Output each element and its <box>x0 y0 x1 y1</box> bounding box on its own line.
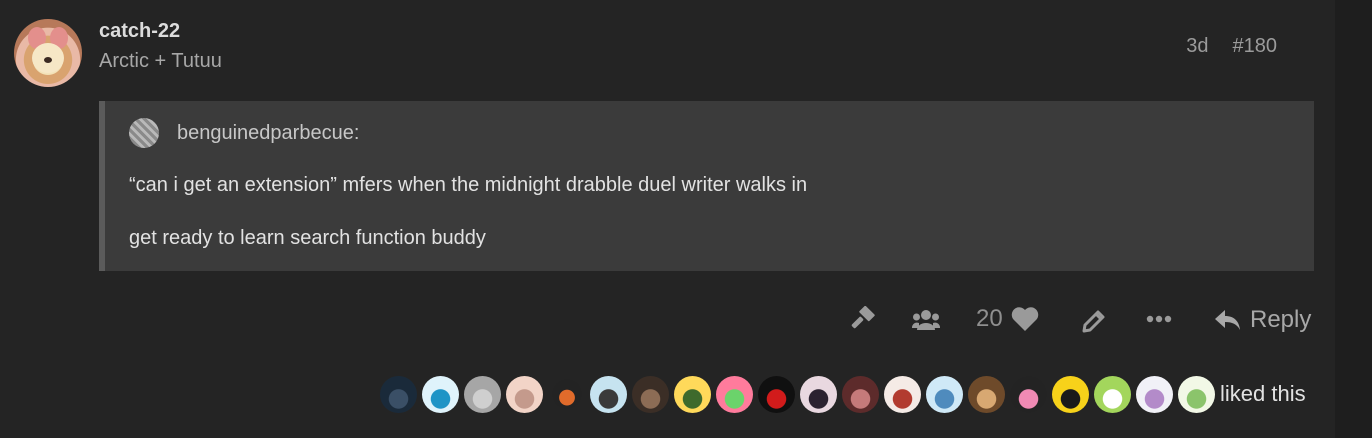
liker-avatar[interactable] <box>506 375 543 413</box>
liker-avatar[interactable] <box>1178 375 1215 413</box>
liker-avatar[interactable] <box>842 375 879 413</box>
liker-avatar[interactable] <box>422 375 459 413</box>
liker-avatar[interactable] <box>758 375 795 413</box>
author-username[interactable]: catch-22 <box>99 20 180 43</box>
post: catch-22 Arctic + Tutuu 3d #180 benguine… <box>0 0 1335 438</box>
post-number[interactable]: #180 <box>1233 35 1278 58</box>
quote-author-avatar <box>129 118 159 148</box>
liker-avatar[interactable] <box>674 375 711 413</box>
liker-avatar[interactable] <box>926 375 963 413</box>
like-count: 20 <box>976 305 1003 332</box>
liker-avatar[interactable] <box>380 375 417 413</box>
quote-text-line: “can i get an extension” mfers when the … <box>129 174 808 196</box>
quote-block: benguinedparbecue: “can i get an extensi… <box>99 101 1314 271</box>
liker-avatar[interactable] <box>1136 375 1173 413</box>
liker-avatar[interactable] <box>716 375 753 413</box>
ellipsis-icon <box>1146 314 1172 324</box>
liker-avatar[interactable] <box>552 379 582 409</box>
avatar-nose <box>44 57 52 63</box>
heart-icon <box>1011 306 1039 332</box>
like-button[interactable]: 20 <box>976 305 1039 333</box>
liker-avatar[interactable] <box>1094 375 1131 413</box>
author-avatar[interactable] <box>14 19 82 87</box>
pencil-icon <box>1080 307 1108 335</box>
users-icon <box>912 309 940 331</box>
liked-by-list: liked this <box>380 374 1306 414</box>
liker-avatars <box>380 375 1220 413</box>
group-button[interactable] <box>912 309 940 331</box>
liked-this-label: liked this <box>1220 381 1306 406</box>
reply-button[interactable]: Reply <box>1214 306 1311 334</box>
liker-avatar[interactable] <box>590 375 627 413</box>
liker-avatar[interactable] <box>800 375 837 413</box>
liker-avatar[interactable] <box>464 375 501 413</box>
quote-author[interactable]: benguinedparbecue: <box>177 122 359 145</box>
liker-avatar[interactable] <box>632 375 669 413</box>
page-edge <box>1335 0 1372 438</box>
edit-button[interactable] <box>1080 307 1108 335</box>
reply-icon <box>1214 307 1242 333</box>
quote-text-line: get ready to learn search function buddy <box>129 227 486 249</box>
hammer-icon <box>848 306 876 334</box>
post-meta: 3d #180 <box>1186 35 1277 58</box>
more-options-button[interactable] <box>1146 314 1172 324</box>
liker-avatar[interactable] <box>884 375 921 413</box>
author-title: Arctic + Tutuu <box>99 50 222 72</box>
post-age[interactable]: 3d <box>1186 35 1208 58</box>
liker-avatar[interactable] <box>968 375 1005 413</box>
reply-label: Reply <box>1250 306 1312 333</box>
liker-avatar[interactable] <box>1010 375 1047 413</box>
liker-avatar[interactable] <box>1052 375 1089 413</box>
admin-hammer-button[interactable] <box>848 306 876 334</box>
